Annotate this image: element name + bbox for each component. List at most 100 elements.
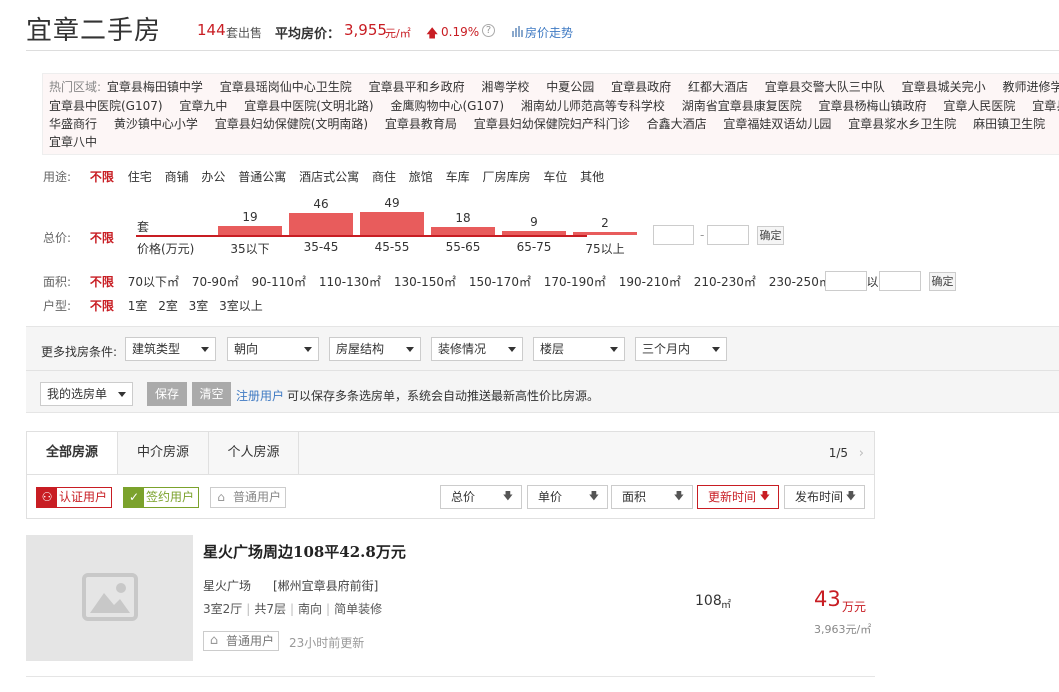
- usage-option[interactable]: 酒店式公寓: [299, 170, 359, 184]
- chevron-right-icon[interactable]: ›: [859, 446, 864, 461]
- area-option[interactable]: 150-170㎡: [469, 275, 531, 289]
- hot-area-link[interactable]: 宜章县教育局: [385, 117, 457, 131]
- hot-area-link[interactable]: 宜章县中医院(文明北路): [244, 99, 373, 113]
- hot-area-link[interactable]: 宜章县平和乡政府: [369, 80, 465, 94]
- hot-area-link[interactable]: 宜章福娃双语幼儿园: [723, 117, 831, 131]
- usage-option[interactable]: 车位: [543, 170, 567, 184]
- area-option[interactable]: 70以下㎡: [128, 275, 179, 289]
- min-area-input[interactable]: [825, 271, 867, 291]
- area-option[interactable]: 230-250㎡: [769, 275, 831, 289]
- sort-publish-time[interactable]: 发布时间 🡇: [784, 485, 865, 509]
- hot-area-link[interactable]: 麻田镇卫生院: [973, 117, 1045, 131]
- rooms-option[interactable]: 3室: [189, 299, 209, 313]
- register-link[interactable]: 注册用户: [236, 389, 284, 403]
- hot-area-link[interactable]: 金鹰购物中心(G107): [390, 99, 504, 113]
- hot-area-link[interactable]: 湘粤学校: [481, 80, 529, 94]
- normal-user-filter[interactable]: ⌂ 普通用户: [210, 487, 287, 508]
- hot-area-link[interactable]: 宜章八中: [49, 135, 97, 149]
- chart-category-label[interactable]: 65-75: [498, 240, 570, 254]
- hot-area-link[interactable]: 宜章县政府: [611, 80, 671, 94]
- area-option[interactable]: 190-210㎡: [619, 275, 681, 289]
- max-price-input[interactable]: [707, 225, 749, 245]
- hot-area-link[interactable]: 宜章县城关完小: [902, 80, 986, 94]
- max-area-input[interactable]: [879, 271, 921, 291]
- chart-bar[interactable]: [573, 232, 637, 235]
- floor-dropdown[interactable]: 楼层: [533, 337, 625, 361]
- rooms-option[interactable]: 2室: [158, 299, 178, 313]
- hot-area-link[interactable]: 合鑫大酒店: [647, 117, 707, 131]
- hot-area-link[interactable]: 湘南幼儿师范高等专科学校: [521, 99, 665, 113]
- tab-personal-listings[interactable]: 个人房源: [209, 432, 299, 474]
- rooms-option-any[interactable]: 不限: [90, 299, 114, 313]
- hot-area-link[interactable]: 中夏公园: [546, 80, 594, 94]
- usage-option[interactable]: 其他: [580, 170, 604, 184]
- chart-category-label[interactable]: 75以上: [569, 240, 641, 257]
- listing-community[interactable]: 星火广场: [203, 577, 251, 594]
- listing-thumbnail[interactable]: [26, 535, 193, 661]
- sort-area[interactable]: 面积 🡇: [611, 485, 693, 509]
- time-range-dropdown[interactable]: 三个月内: [635, 337, 727, 361]
- hot-area-link[interactable]: 黄沙镇中心小学: [114, 117, 198, 131]
- usage-option[interactable]: 商住: [372, 170, 396, 184]
- chart-bar[interactable]: [502, 231, 566, 235]
- usage-option[interactable]: 厂房库房: [482, 170, 530, 184]
- chart-category-label[interactable]: 45-55: [356, 240, 428, 254]
- hot-area-link[interactable]: 湖南省宜章县康复医院: [682, 99, 802, 113]
- price-trend-link[interactable]: 房价走势: [525, 24, 573, 41]
- area-option[interactable]: 130-150㎡: [394, 275, 456, 289]
- sort-total-price[interactable]: 总价 🡇: [440, 485, 522, 509]
- usage-option[interactable]: 普通公寓: [238, 170, 286, 184]
- hot-area-link[interactable]: 教师进修学校附: [1002, 80, 1059, 94]
- hot-area-link[interactable]: 宜章县妇幼保健院(文明南路): [215, 117, 368, 131]
- my-list-dropdown[interactable]: 我的选房单: [40, 382, 133, 406]
- sort-update-time[interactable]: 更新时间 🡇: [697, 485, 779, 509]
- hot-area-link[interactable]: 华盛商行: [49, 117, 97, 131]
- hot-area-link[interactable]: 宜章县梅田镇中学: [107, 80, 203, 94]
- hot-area-link[interactable]: 宜章县瑶岗仙中心卫生院: [220, 80, 352, 94]
- help-icon[interactable]: ?: [482, 24, 495, 37]
- usage-option[interactable]: 住宅: [128, 170, 152, 184]
- area-option[interactable]: 210-230㎡: [694, 275, 756, 289]
- price-confirm-button[interactable]: 确定: [757, 226, 784, 245]
- hot-area-link[interactable]: 宜章县交警大队三中队: [765, 80, 885, 94]
- area-option[interactable]: 110-130㎡: [319, 275, 381, 289]
- hot-area-link[interactable]: 宜章县妇幼保健院妇产科门诊: [474, 117, 630, 131]
- chart-bar[interactable]: [431, 227, 495, 235]
- hot-area-link[interactable]: 红都大酒店: [688, 80, 748, 94]
- usage-option-any[interactable]: 不限: [90, 170, 114, 184]
- hot-area-link[interactable]: 宜章九中: [179, 99, 227, 113]
- chart-bar[interactable]: [218, 226, 282, 235]
- structure-dropdown[interactable]: 房屋结构: [329, 337, 421, 361]
- usage-option[interactable]: 车库: [446, 170, 470, 184]
- decoration-dropdown[interactable]: 装修情况: [431, 337, 523, 361]
- rooms-option[interactable]: 3室以上: [219, 299, 263, 313]
- chart-category-label[interactable]: 55-65: [427, 240, 499, 254]
- bar-chart-icon[interactable]: [511, 25, 523, 37]
- hot-area-link[interactable]: 宜章县中医院(G107): [49, 99, 163, 113]
- area-option-any[interactable]: 不限: [90, 275, 114, 289]
- signed-user-filter[interactable]: ✓ 签约用户: [123, 487, 200, 508]
- clear-button[interactable]: 清空: [192, 382, 231, 406]
- area-option[interactable]: 90-110㎡: [252, 275, 307, 289]
- usage-option[interactable]: 办公: [201, 170, 225, 184]
- usage-option[interactable]: 旅馆: [409, 170, 433, 184]
- chart-bar[interactable]: [289, 213, 353, 235]
- hot-area-link[interactable]: 宜章人民医院: [943, 99, 1015, 113]
- area-confirm-button[interactable]: 确定: [929, 272, 956, 291]
- chart-category-label[interactable]: 35以下: [214, 240, 286, 257]
- area-option[interactable]: 70-90㎡: [192, 275, 239, 289]
- rooms-option[interactable]: 1室: [128, 299, 148, 313]
- building-type-dropdown[interactable]: 建筑类型: [125, 337, 216, 361]
- usage-option[interactable]: 商铺: [165, 170, 189, 184]
- min-price-input[interactable]: [653, 225, 694, 245]
- hot-area-link[interactable]: 宜章县杨梅山镇政府: [819, 99, 927, 113]
- sort-unit-price[interactable]: 单价 🡇: [527, 485, 608, 509]
- tab-all-listings[interactable]: 全部房源: [27, 432, 118, 474]
- save-button[interactable]: 保存: [147, 382, 187, 406]
- hot-area-link[interactable]: 宜章县高大: [1032, 99, 1059, 113]
- chart-category-label[interactable]: 35-45: [285, 240, 357, 254]
- hot-area-link[interactable]: 宜章县浆水乡卫生院: [848, 117, 956, 131]
- chart-bar[interactable]: [360, 212, 424, 235]
- verified-user-filter[interactable]: ⚇ 认证用户: [36, 487, 113, 508]
- total-price-option-any[interactable]: 不限: [90, 231, 114, 245]
